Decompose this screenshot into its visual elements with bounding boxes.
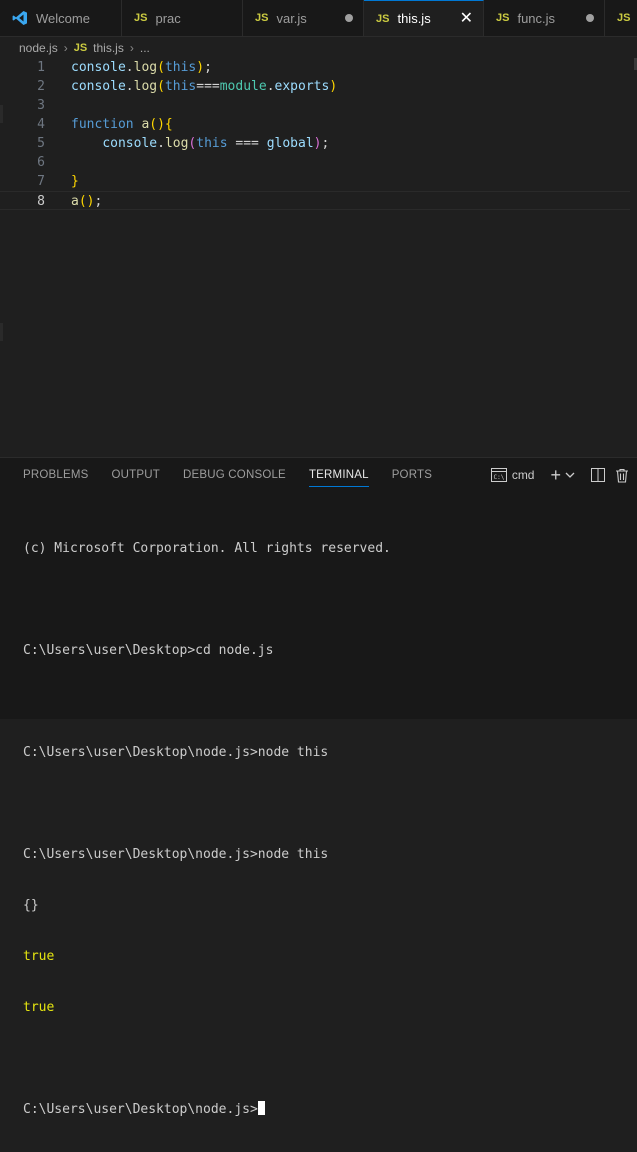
breadcrumb: node.js › JS this.js › ... xyxy=(0,37,637,59)
terminal-shell-selector[interactable]: C:\ cmd xyxy=(490,468,535,482)
code-line: 5 console.log(this === global); xyxy=(0,134,630,153)
code-line: 7 } xyxy=(0,172,630,191)
tab-label: Welcome xyxy=(36,10,90,26)
code-line: 6 xyxy=(0,153,630,172)
line-number: 5 xyxy=(37,136,45,151)
tab-label: var.js xyxy=(276,10,307,26)
code-line: 4 function a(){ xyxy=(0,115,630,134)
vscode-logo-icon xyxy=(12,10,28,26)
terminal-line: C:\Users\user\Desktop\node.js>node this xyxy=(23,745,329,760)
terminal-line: true xyxy=(23,1000,55,1015)
chevron-down-icon xyxy=(565,472,575,478)
terminal-line: (c) Microsoft Corporation. All rights re… xyxy=(23,541,391,556)
new-terminal-button[interactable]: + xyxy=(550,466,575,484)
breadcrumb-more[interactable]: ... xyxy=(140,41,150,55)
panel-toolbar: C:\ cmd + xyxy=(490,458,629,492)
js-file-icon: JS xyxy=(255,12,269,24)
tab-label: prac xyxy=(155,10,181,26)
bottom-panel: PROBLEMS OUTPUT DEBUG CONSOLE TERMINAL P… xyxy=(0,457,637,1117)
terminal-prompt-line[interactable]: C:\Users\user\Desktop\node.js> xyxy=(23,1101,391,1118)
tab-terminal[interactable]: TERMINAL xyxy=(308,458,369,492)
line-number: 1 xyxy=(37,60,45,75)
js-file-icon: JS xyxy=(376,12,390,25)
js-file-icon: JS xyxy=(73,42,88,54)
terminal-line: true xyxy=(23,949,55,964)
terminal-line: C:\Users\user\Desktop>cd node.js xyxy=(23,643,274,658)
terminal-output[interactable]: (c) Microsoft Corporation. All rights re… xyxy=(23,506,391,1152)
js-file-icon: JS xyxy=(496,12,510,24)
tab-output[interactable]: OUTPUT xyxy=(112,458,160,492)
terminal-prompt: C:\Users\user\Desktop\node.js> xyxy=(23,1102,258,1117)
tab-label: func.js xyxy=(517,10,556,26)
code-text: console.log(this===module.exports) xyxy=(71,79,338,94)
code-text: console.log(this === global); xyxy=(102,136,330,151)
line-number: 7 xyxy=(37,174,45,189)
tab-debug-console[interactable]: DEBUG CONSOLE xyxy=(183,458,286,492)
terminal-cursor xyxy=(257,1101,265,1115)
tab-this-js[interactable]: JS this.js ✕ xyxy=(364,0,484,36)
gutter-marker xyxy=(0,323,3,341)
tab-prac[interactable]: JS prac xyxy=(122,0,243,36)
shell-label: cmd xyxy=(511,468,535,482)
code-text: console.log(this); xyxy=(71,60,212,75)
terminal-cmd-icon: C:\ xyxy=(490,468,507,482)
code-text: a(); xyxy=(71,194,103,209)
code-line: 2 console.log(this===module.exports) xyxy=(0,77,630,96)
tab-welcome[interactable]: Welcome xyxy=(0,0,122,36)
terminal-line: C:\Users\user\Desktop\node.js>node this xyxy=(23,847,329,862)
tab-func-js[interactable]: JS func.js xyxy=(484,0,605,36)
code-line-current: 8 a(); xyxy=(0,191,630,210)
plus-icon: + xyxy=(550,465,561,485)
chevron-right-icon: › xyxy=(63,41,68,55)
tab-var-js[interactable]: JS var.js xyxy=(243,0,364,36)
line-number: 2 xyxy=(37,79,45,94)
tab-label: this.js xyxy=(397,11,431,26)
split-terminal-icon[interactable] xyxy=(591,468,605,482)
line-number: 8 xyxy=(37,194,45,209)
tab-overflow[interactable]: JS i xyxy=(605,0,637,36)
code-editor[interactable]: 1 console.log(this); 2 console.log(this=… xyxy=(0,58,637,456)
unsaved-dot-icon[interactable] xyxy=(586,14,594,22)
tab-ports[interactable]: PORTS xyxy=(392,458,432,492)
chevron-right-icon: › xyxy=(129,41,134,55)
code-line: 1 console.log(this); xyxy=(0,58,630,77)
line-number: 6 xyxy=(37,155,45,170)
close-icon[interactable]: ✕ xyxy=(460,11,473,27)
terminal-line: {} xyxy=(23,898,39,913)
js-file-icon: JS xyxy=(134,12,148,24)
editor-tab-bar: Welcome JS prac JS var.js JS this.js ✕ J… xyxy=(0,0,637,37)
line-number: 4 xyxy=(37,117,45,132)
breadcrumb-folder[interactable]: node.js xyxy=(19,41,58,55)
unsaved-dot-icon[interactable] xyxy=(345,14,353,22)
line-number: 3 xyxy=(37,98,45,113)
gutter-marker xyxy=(0,105,3,123)
tab-problems[interactable]: PROBLEMS xyxy=(23,458,89,492)
breadcrumb-file[interactable]: this.js xyxy=(93,41,124,55)
code-line: 3 xyxy=(0,96,630,115)
svg-text:C:\: C:\ xyxy=(493,474,504,481)
code-text: } xyxy=(71,174,79,189)
js-file-icon: JS xyxy=(617,12,631,24)
code-text: function a(){ xyxy=(71,117,173,132)
trash-icon[interactable] xyxy=(615,468,629,483)
